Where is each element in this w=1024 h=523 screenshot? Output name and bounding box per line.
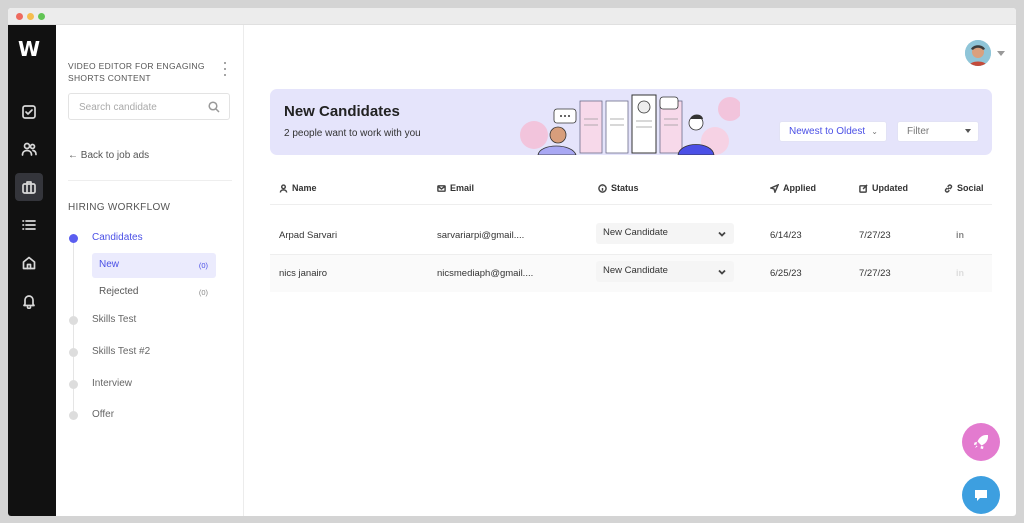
stage-dot-offer xyxy=(69,411,78,420)
chat-icon xyxy=(975,490,987,501)
updated-date: 7/27/23 xyxy=(859,230,891,241)
link-icon xyxy=(944,183,953,193)
stage-skills-test[interactable]: Skills Test xyxy=(92,314,136,325)
linkedin-icon: in xyxy=(956,268,964,278)
substage-count: (0) xyxy=(198,261,208,270)
status-select[interactable]: New Candidate xyxy=(596,223,734,244)
maximize-window-button[interactable] xyxy=(38,13,45,20)
rail-item-lists[interactable] xyxy=(15,211,43,239)
bell-icon xyxy=(23,295,35,309)
recruiting-illustration xyxy=(520,94,740,155)
table-row[interactable]: nics janairo nicsmediaph@gmail.... New C… xyxy=(270,255,992,292)
new-candidates-banner: New Candidates 2 people want to work wit… xyxy=(270,89,992,155)
candidate-email: nicsmediaph@gmail.... xyxy=(437,268,534,279)
chat-button[interactable] xyxy=(962,476,1000,514)
search-icon xyxy=(208,101,220,113)
substage-new[interactable]: New (0) xyxy=(92,253,216,278)
substage-count: (0) xyxy=(198,288,208,297)
users-icon xyxy=(21,142,37,156)
candidate-email: sarvariarpi@gmail.... xyxy=(437,230,525,241)
job-title: VIDEO EDITOR FOR ENGAGING SHORTS CONTENT xyxy=(68,61,205,83)
minimize-window-button[interactable] xyxy=(27,13,34,20)
rail-item-tasks[interactable] xyxy=(15,98,43,126)
home-icon xyxy=(22,256,36,270)
sidebar-divider xyxy=(68,180,232,181)
close-window-button[interactable] xyxy=(16,13,23,20)
substage-label: New xyxy=(99,259,120,270)
app-window: W VIDEO EDITOR FOR ENGAGING SHORTS CONTE… xyxy=(8,8,1016,516)
sort-label: Newest to Oldest xyxy=(789,126,866,137)
substage-label: Rejected xyxy=(99,286,139,297)
stage-dot-skills-test-2 xyxy=(69,348,78,357)
candidate-name[interactable]: Arpad Sarvari xyxy=(279,230,337,241)
back-to-job-ads-link[interactable]: ← Back to job ads xyxy=(68,150,149,161)
chevron-down-icon xyxy=(718,231,726,237)
app-logo[interactable]: W xyxy=(18,37,40,61)
rail-item-people[interactable] xyxy=(15,135,43,163)
candidate-name[interactable]: nics janairo xyxy=(279,268,327,279)
stage-dot-interview xyxy=(69,380,78,389)
info-icon xyxy=(598,183,607,193)
applied-date: 6/14/23 xyxy=(770,230,802,241)
window-titlebar xyxy=(8,8,1016,25)
header-social[interactable]: Social xyxy=(944,183,984,193)
header-status[interactable]: Status xyxy=(598,183,639,193)
updated-date: 7/27/23 xyxy=(859,268,891,279)
stage-dot-candidates xyxy=(69,234,78,243)
search-input[interactable]: Search candidate xyxy=(68,93,230,120)
status-select[interactable]: New Candidate xyxy=(596,261,734,282)
rocket-button[interactable] xyxy=(962,423,1000,461)
stage-candidates[interactable]: Candidates xyxy=(92,232,143,243)
briefcase-icon xyxy=(22,181,36,194)
job-sidebar: VIDEO EDITOR FOR ENGAGING SHORTS CONTENT… xyxy=(56,25,244,516)
rail-item-notifications[interactable] xyxy=(15,287,43,315)
header-applied[interactable]: Applied xyxy=(770,183,816,193)
mail-icon xyxy=(437,184,446,192)
filter-dropdown[interactable]: Filter xyxy=(897,121,979,142)
banner-title: New Candidates xyxy=(284,103,400,120)
applied-date: 6/25/23 xyxy=(770,268,802,279)
checkbox-icon xyxy=(22,105,36,119)
table-row[interactable]: Arpad Sarvari sarvariarpi@gmail.... New … xyxy=(270,217,992,254)
chevron-down-icon xyxy=(718,269,726,275)
stage-interview[interactable]: Interview xyxy=(92,378,132,389)
edit-icon xyxy=(859,183,868,193)
list-icon xyxy=(22,220,36,230)
status-value: New Candidate xyxy=(603,265,668,276)
sort-dropdown[interactable]: Newest to Oldest ⌄ xyxy=(779,121,887,142)
caret-down-icon xyxy=(965,129,971,133)
rocket-icon xyxy=(974,435,988,449)
stage-dot-skills-test xyxy=(69,316,78,325)
stage-offer[interactable]: Offer xyxy=(92,409,114,420)
chevron-down-icon: ⌄ xyxy=(871,127,878,136)
main-content: New Candidates 2 people want to work wit… xyxy=(244,25,1016,516)
search-placeholder: Search candidate xyxy=(79,102,157,113)
header-email[interactable]: Email xyxy=(437,183,474,193)
user-icon xyxy=(279,183,288,193)
filter-label: Filter xyxy=(907,126,930,137)
send-icon xyxy=(770,183,779,193)
substage-rejected[interactable]: Rejected (0) xyxy=(92,280,216,305)
header-name[interactable]: Name xyxy=(279,183,317,193)
rail-item-jobs[interactable] xyxy=(15,173,43,201)
icon-rail: W xyxy=(8,25,56,516)
job-options-button[interactable] xyxy=(220,62,230,76)
header-updated[interactable]: Updated xyxy=(859,183,908,193)
stage-skills-test-2[interactable]: Skills Test #2 xyxy=(92,346,150,357)
back-label: Back to job ads xyxy=(80,150,150,161)
linkedin-icon[interactable]: in xyxy=(956,230,964,240)
header-divider xyxy=(270,204,992,205)
banner-subtitle: 2 people want to work with you xyxy=(284,128,421,139)
rail-item-home[interactable] xyxy=(15,249,43,277)
arrow-left-icon: ← xyxy=(68,150,78,161)
status-value: New Candidate xyxy=(603,227,668,238)
chevron-down-icon[interactable] xyxy=(997,51,1005,56)
workflow-heading: HIRING WORKFLOW xyxy=(68,202,171,213)
user-avatar[interactable] xyxy=(965,40,991,66)
